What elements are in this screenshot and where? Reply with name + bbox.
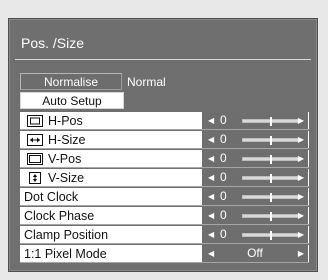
setting-row-h-size[interactable]: H-Size ◀ 0 ▶: [20, 131, 309, 149]
next-option-arrow-icon[interactable]: ▶: [298, 245, 304, 262]
v-size-icon: [29, 172, 41, 184]
increase-arrow-icon[interactable]: ▶: [298, 188, 304, 205]
slider-center-mark: [270, 117, 272, 126]
row-label-dot-clock: Dot Clock: [24, 190, 79, 204]
setting-row-v-size[interactable]: V-Size ◀ 0 ▶: [20, 169, 309, 187]
decrease-arrow-icon[interactable]: ◀: [208, 131, 214, 148]
row-label-clamp-position: Clamp Position: [24, 228, 109, 242]
pixel-mode-value: Off: [247, 246, 263, 260]
dot-clock-slider[interactable]: [242, 193, 300, 202]
auto-setup-button[interactable]: Auto Setup: [20, 92, 124, 109]
decrease-arrow-icon[interactable]: ◀: [208, 150, 214, 167]
setting-row-pixel-mode[interactable]: 1:1 Pixel Mode ◀ Off ▶: [20, 245, 309, 263]
v-size-slider[interactable]: [242, 174, 300, 183]
h-pos-icon: [27, 115, 43, 127]
decrease-arrow-icon[interactable]: ◀: [208, 226, 214, 243]
row-label-h-pos: H-Pos: [48, 114, 83, 128]
increase-arrow-icon[interactable]: ▶: [298, 226, 304, 243]
slider-center-mark: [270, 212, 272, 221]
normalise-status: Normal: [127, 75, 166, 89]
clock-phase-value: 0: [220, 208, 227, 222]
pos-size-menu-panel: Pos. /Size Normalise Normal Auto Setup H…: [8, 18, 318, 272]
h-size-value: 0: [220, 132, 227, 146]
v-pos-icon: [27, 153, 43, 165]
slider-center-mark: [270, 174, 272, 183]
increase-arrow-icon[interactable]: ▶: [298, 169, 304, 186]
v-pos-slider[interactable]: [242, 155, 300, 164]
decrease-arrow-icon[interactable]: ◀: [208, 207, 214, 224]
dot-clock-control[interactable]: ◀ 0 ▶: [202, 188, 308, 205]
decrease-arrow-icon[interactable]: ◀: [208, 169, 214, 186]
slider-center-mark: [270, 193, 272, 202]
title-divider: [15, 59, 311, 60]
setting-row-clock-phase[interactable]: Clock Phase ◀ 0 ▶: [20, 207, 309, 225]
clamp-position-slider[interactable]: [242, 231, 300, 240]
menu-title: Pos. /Size: [21, 35, 85, 51]
h-pos-slider[interactable]: [242, 117, 300, 126]
clock-phase-slider[interactable]: [242, 212, 300, 221]
h-pos-control[interactable]: ◀ 0 ▶: [202, 112, 308, 129]
slider-center-mark: [270, 155, 272, 164]
increase-arrow-icon[interactable]: ▶: [298, 112, 304, 129]
decrease-arrow-icon[interactable]: ◀: [208, 112, 214, 129]
setting-row-h-pos[interactable]: H-Pos ◀ 0 ▶: [20, 112, 309, 130]
row-label-v-size: V-Size: [48, 171, 85, 185]
h-pos-value: 0: [220, 113, 227, 127]
dot-clock-value: 0: [220, 189, 227, 203]
decrease-arrow-icon[interactable]: ◀: [208, 188, 214, 205]
clamp-position-control[interactable]: ◀ 0 ▶: [202, 226, 308, 243]
h-size-icon: [27, 134, 43, 146]
h-size-control[interactable]: ◀ 0 ▶: [202, 131, 308, 148]
clock-phase-control[interactable]: ◀ 0 ▶: [202, 207, 308, 224]
slider-center-mark: [270, 231, 272, 240]
v-size-value: 0: [220, 170, 227, 184]
setting-row-dot-clock[interactable]: Dot Clock ◀ 0 ▶: [20, 188, 309, 206]
row-label-v-pos: V-Pos: [48, 152, 82, 166]
row-label-pixel-mode: 1:1 Pixel Mode: [24, 247, 107, 261]
v-pos-value: 0: [220, 151, 227, 165]
setting-row-v-pos[interactable]: V-Pos ◀ 0 ▶: [20, 150, 309, 168]
clamp-position-value: 0: [220, 227, 227, 241]
pixel-mode-selector[interactable]: ◀ Off ▶: [202, 245, 308, 262]
v-pos-control[interactable]: ◀ 0 ▶: [202, 150, 308, 167]
v-size-control[interactable]: ◀ 0 ▶: [202, 169, 308, 186]
slider-center-mark: [270, 136, 272, 145]
row-label-h-size: H-Size: [48, 133, 86, 147]
h-size-slider[interactable]: [242, 136, 300, 145]
increase-arrow-icon[interactable]: ▶: [298, 150, 304, 167]
increase-arrow-icon[interactable]: ▶: [298, 131, 304, 148]
increase-arrow-icon[interactable]: ▶: [298, 207, 304, 224]
normalise-button[interactable]: Normalise: [20, 73, 122, 90]
setting-row-clamp-position[interactable]: Clamp Position ◀ 0 ▶: [20, 226, 309, 244]
row-label-clock-phase: Clock Phase: [24, 209, 95, 223]
